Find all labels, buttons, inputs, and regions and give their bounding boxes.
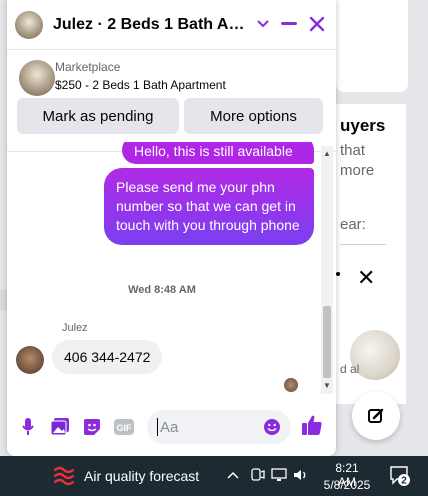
background-text-line: that [340, 142, 366, 159]
emoji-icon[interactable] [261, 416, 283, 438]
chat-header[interactable]: Julez · 2 Beds 1 Bath Apartment [7, 0, 336, 50]
message-list: Hello, this is still available Please se… [7, 142, 322, 394]
sticker-icon[interactable] [81, 416, 103, 438]
microphone-icon[interactable] [17, 416, 39, 438]
outgoing-message[interactable]: Please send me your phn number so that w… [104, 168, 314, 245]
message-composer: GIF Aa [7, 404, 336, 448]
taskbar: Air quality forecast 8:21 AM 5/8/2025 2 [0, 456, 428, 496]
marketplace-listing: Marketplace $250 - 2 Beds 1 Bath Apartme… [7, 52, 336, 152]
scroll-down-icon[interactable]: ▼ [321, 380, 333, 392]
volume-icon[interactable] [292, 466, 310, 484]
notification-count: 2 [401, 476, 407, 487]
sender-name: Julez [62, 322, 88, 334]
scroll-up-icon[interactable]: ▲ [321, 148, 333, 160]
text-caret [157, 418, 158, 436]
gif-label: GIF [117, 423, 133, 433]
outgoing-message[interactable]: Hello, this is still available [122, 142, 314, 164]
air-quality-icon[interactable] [52, 464, 76, 488]
thumbnail-caption: d al [340, 362, 360, 376]
background-text-line: ear: [340, 216, 366, 233]
incoming-message[interactable]: 406 344-2472 [52, 340, 163, 374]
listing-source: Marketplace [55, 60, 121, 74]
notification-center-icon[interactable]: 2 [388, 464, 412, 488]
more-options-button[interactable]: More options [184, 98, 323, 134]
close-icon[interactable]: ✕ [357, 265, 375, 291]
message-scrollbar[interactable]: ▲ ▼ [321, 146, 333, 394]
background-card-top [336, 0, 408, 92]
thumbs-up-icon[interactable] [301, 414, 323, 436]
background-heading: uyers [340, 116, 386, 135]
conversation-avatar[interactable] [15, 10, 43, 39]
background-divider [340, 244, 386, 245]
photo-icon[interactable] [49, 416, 71, 438]
more-dots-icon[interactable] [336, 272, 340, 276]
chat-window: Julez · 2 Beds 1 Bath Apartment Marketpl… [7, 0, 336, 456]
scroll-thumb[interactable] [323, 306, 331, 378]
close-icon[interactable] [305, 12, 329, 36]
seen-indicator-avatar [284, 378, 298, 392]
weather-widget-label[interactable]: Air quality forecast [84, 468, 199, 484]
message-timestamp: Wed 8:48 AM [128, 284, 196, 296]
chevron-up-icon[interactable] [224, 466, 242, 484]
clock-date[interactable]: 5/8/2025 [322, 478, 372, 492]
listing-title[interactable]: $250 - 2 Beds 1 Bath Apartment [55, 78, 226, 92]
background-text-line: more [340, 162, 375, 179]
mark-as-pending-button[interactable]: Mark as pending [17, 98, 179, 134]
gif-icon[interactable]: GIF [113, 416, 135, 438]
sender-avatar[interactable] [16, 346, 44, 374]
message-input-placeholder: Aa [160, 418, 179, 436]
conversation-title[interactable]: Julez · 2 Beds 1 Bath Apartment [53, 16, 253, 34]
listing-thumbnail[interactable] [19, 60, 55, 96]
new-message-button[interactable] [352, 392, 400, 440]
meet-now-icon[interactable] [248, 466, 266, 484]
compose-icon [368, 408, 384, 423]
network-icon[interactable] [270, 466, 288, 484]
chevron-down-icon[interactable] [251, 12, 275, 36]
minimize-icon[interactable] [277, 12, 301, 36]
